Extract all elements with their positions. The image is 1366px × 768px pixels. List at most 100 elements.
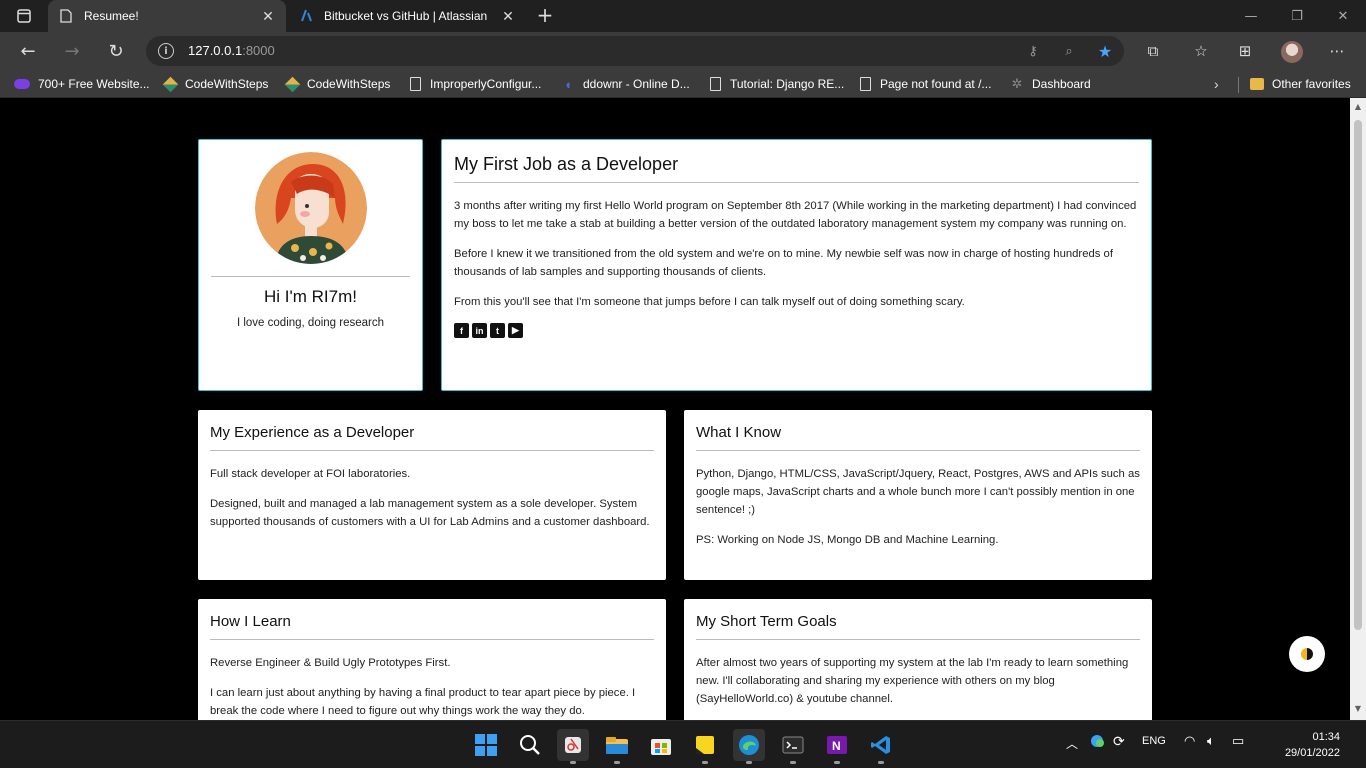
scroll-down-icon[interactable]: ▼ [1353, 704, 1363, 714]
sync-icon[interactable]: ⟳ [1113, 733, 1125, 750]
folder-icon [1250, 78, 1264, 90]
url-text: 127.0.0.1:8000 [188, 43, 275, 58]
folder-icon [606, 737, 628, 754]
experience-card: My Experience as a Developer Full stack … [198, 410, 666, 580]
theme-toggle-button[interactable] [1289, 636, 1325, 672]
codewithsteps-icon [284, 76, 300, 92]
extensions-icon[interactable]: ⧉ [1142, 40, 1164, 62]
tab-resumee[interactable]: Resumee! ✕ [48, 0, 286, 32]
scroll-up-icon[interactable]: ▲ [1353, 102, 1363, 112]
zoom-icon[interactable]: ⌕ [1060, 42, 1078, 60]
card-paragraph: Python, Django, HTML/CSS, JavaScript/Jqu… [696, 468, 1140, 516]
tray-overflow-icon[interactable]: ︿ [1066, 735, 1078, 752]
card-paragraph: Reverse Engineer & Build Ugly Prototypes… [210, 657, 451, 669]
close-tab-icon[interactable]: ✕ [500, 8, 516, 24]
close-tab-icon[interactable]: ✕ [260, 8, 276, 24]
codewithsteps-icon [162, 76, 178, 92]
taskbar-app-edge[interactable] [733, 729, 765, 764]
restore-button[interactable]: ❐ [1274, 0, 1320, 32]
running-indicator [746, 761, 752, 764]
minimize-button[interactable]: — [1228, 0, 1274, 32]
volume-icon[interactable]: 🔈︎ [1207, 733, 1215, 749]
favorite-star-icon[interactable]: ★ [1096, 42, 1114, 61]
wifi-icon[interactable]: ◠ [1184, 733, 1195, 749]
social-links: f in t ▶ [454, 323, 1139, 338]
clock-date: 29/01/2022 [1284, 747, 1340, 759]
skills-card: What I Know Python, Django, HTML/CSS, Ja… [684, 410, 1152, 580]
bookmark-item[interactable]: ImproperlyConfigur... [408, 75, 541, 93]
canva-icon [14, 79, 30, 89]
bookmark-item[interactable]: Tutorial: Django RE... [708, 75, 844, 93]
running-indicator [790, 761, 796, 764]
new-tab-button[interactable]: + [534, 3, 556, 27]
info-icon[interactable]: i [158, 43, 174, 59]
linkedin-icon[interactable]: in [472, 323, 487, 338]
start-button[interactable] [470, 729, 502, 761]
vscode-icon [871, 736, 890, 754]
card-title: My Experience as a Developer [210, 424, 415, 441]
taskbar-app-vscode[interactable] [865, 729, 897, 764]
search-button[interactable] [514, 729, 546, 761]
card-title: My First Job as a Developer [454, 154, 679, 174]
forward-button[interactable]: → [56, 35, 88, 67]
running-indicator [614, 761, 620, 764]
bookmark-item[interactable]: 700+ Free Website... [14, 75, 150, 93]
bookmark-item[interactable]: ✲ Dashboard [1010, 75, 1091, 93]
onenote-icon: N [827, 736, 847, 754]
card-paragraph: From this you'll see that I'm someone th… [454, 296, 965, 308]
page-viewport: Hi I'm RI7m! I love coding, doing resear… [0, 98, 1350, 720]
bookmark-item[interactable]: ◖ ddownr - Online D... [561, 75, 690, 93]
first-job-card: My First Job as a Developer 3 months aft… [441, 139, 1152, 391]
card-paragraph: After almost two years of supporting my … [696, 657, 1129, 705]
taskbar-app-terminal[interactable] [777, 729, 809, 764]
facebook-icon[interactable]: f [454, 323, 469, 338]
bookmark-item[interactable]: CodeWithSteps [284, 75, 390, 93]
divider [696, 639, 1140, 640]
chevron-right-icon[interactable]: › [1214, 75, 1219, 93]
page-scrollbar[interactable]: ▲ ▼ [1350, 98, 1366, 720]
taskbar-app-sticky-notes[interactable] [689, 729, 721, 764]
profile-picture [254, 152, 367, 264]
browser-toolbar: ← → ↻ i 127.0.0.1:8000 ⚷ ⌕ ★ ⧉ ☆ ⊞ ⋯ [0, 32, 1366, 70]
tab-strip: Resumee! ✕ Bitbucket vs GitHub | Atlassi… [0, 0, 1366, 32]
network-status-icon[interactable] [1089, 733, 1105, 752]
close-window-button[interactable]: ✕ [1320, 0, 1366, 32]
tab-actions-icon [17, 9, 31, 23]
gear-icon: ✲ [1011, 76, 1023, 91]
key-icon[interactable]: ⚷ [1024, 42, 1042, 60]
card-title: My Short Term Goals [696, 613, 837, 630]
bookmark-item[interactable]: CodeWithSteps [162, 75, 268, 93]
tab-title: Resumee! [84, 9, 139, 23]
scrollbar-thumb[interactable] [1354, 120, 1362, 630]
card-paragraph: Full stack developer at FOI laboratories… [210, 468, 411, 480]
language-indicator[interactable]: ENG [1142, 735, 1166, 747]
running-indicator [834, 761, 840, 764]
favorites-icon[interactable]: ☆ [1190, 40, 1212, 62]
store-icon [651, 739, 671, 755]
more-menu-icon[interactable]: ⋯ [1326, 40, 1348, 62]
atlassian-icon [298, 8, 314, 24]
card-title: How I Learn [210, 613, 291, 630]
tab-actions-button[interactable] [0, 0, 48, 32]
address-bar[interactable]: i 127.0.0.1:8000 ⚷ ⌕ ★ [146, 36, 1124, 66]
bookmark-item[interactable]: Page not found at /... [858, 75, 991, 93]
tab-bitbucket[interactable]: Bitbucket vs GitHub | Atlassian ✕ [288, 0, 526, 32]
other-favorites[interactable]: Other favorites [1250, 75, 1351, 93]
taskbar-app-explorer[interactable] [601, 729, 633, 764]
search-icon [520, 735, 540, 755]
youtube-icon[interactable]: ▶ [508, 323, 523, 338]
taskbar-app-store[interactable] [645, 729, 677, 761]
goals-card: My Short Term Goals After almost two yea… [684, 599, 1152, 720]
twitter-icon[interactable]: t [490, 323, 505, 338]
collections-icon[interactable]: ⊞ [1234, 40, 1256, 62]
taskbar-app-onenote[interactable]: N [821, 729, 853, 764]
bookmarks-bar: 700+ Free Website... CodeWithSteps CodeW… [0, 70, 1366, 98]
page-icon [859, 77, 871, 91]
taskbar-app-snip[interactable] [557, 729, 589, 764]
profile-avatar[interactable] [1281, 41, 1303, 63]
battery-icon[interactable]: ▭ [1232, 733, 1244, 749]
refresh-button[interactable]: ↻ [100, 35, 132, 67]
profile-greeting: Hi I'm RI7m! [264, 287, 357, 306]
back-button[interactable]: ← [12, 35, 44, 67]
taskbar-clock[interactable]: 01:34 29/01/2022 [1280, 729, 1340, 761]
